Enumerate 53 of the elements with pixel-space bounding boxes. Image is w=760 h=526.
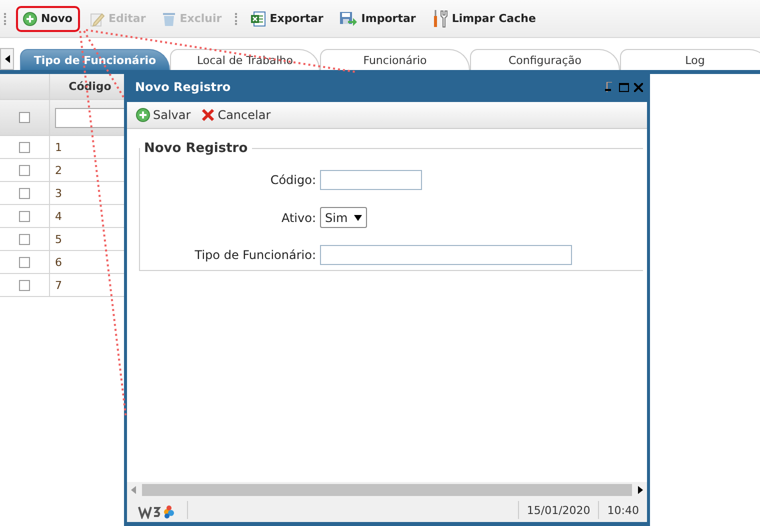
- row-checkbox[interactable]: [19, 234, 30, 244]
- floppy-arrow-icon: [339, 10, 358, 26]
- field-label: Tipo de Funcionário:: [194, 248, 316, 262]
- row-checkbox[interactable]: [19, 142, 30, 152]
- dialog-title: Novo Registro: [135, 80, 232, 94]
- group-title: Novo Registro: [143, 141, 249, 156]
- scroll-right-icon[interactable]: [638, 486, 643, 494]
- table-cell-text: 5: [54, 232, 63, 248]
- toolbar-button[interactable]: Exportar: [242, 4, 330, 32]
- row-checkbox[interactable]: [19, 188, 30, 198]
- close-icon[interactable]: [634, 82, 643, 92]
- maximize-icon[interactable]: [619, 82, 629, 92]
- scroll-left-icon[interactable]: [131, 486, 136, 494]
- dialog-button[interactable]: Cancelar: [198, 106, 274, 124]
- trash-icon: [162, 10, 176, 26]
- field-label: Código:: [269, 173, 316, 187]
- row-checkbox[interactable]: [19, 280, 30, 290]
- toolbar-button[interactable]: Novo: [16, 6, 80, 32]
- toolbar-button[interactable]: Limpar Cache: [424, 4, 543, 34]
- select-all-checkbox[interactable]: [19, 112, 30, 123]
- scroll-left-button[interactable]: [0, 48, 14, 70]
- table-cell-text: 6: [54, 254, 63, 270]
- field-label: Ativo:: [280, 210, 316, 224]
- tools-icon: [432, 10, 448, 28]
- input-field[interactable]: [320, 245, 572, 265]
- toolbar-button[interactable]: Importar: [332, 4, 423, 32]
- row-checkbox[interactable]: [19, 256, 30, 268]
- row-checkbox[interactable]: [19, 210, 30, 222]
- pencil-icon: [88, 10, 104, 26]
- tab[interactable]: Funcionário: [320, 49, 470, 70]
- table-cell-text: 1: [54, 140, 63, 156]
- left-arrow-icon: [4, 55, 10, 63]
- tab[interactable]: Tipo de Funcionário: [20, 49, 170, 70]
- table-cell-text: 4: [54, 208, 63, 224]
- filter-field[interactable]: [55, 108, 125, 128]
- table-cell-text: 2: [54, 162, 63, 178]
- scrollbar-thumb[interactable]: [142, 484, 632, 496]
- add-icon: [136, 108, 150, 122]
- table-cell-text: 7: [54, 278, 63, 294]
- dropdown-icon: [354, 214, 362, 220]
- cross-icon: [200, 108, 215, 122]
- input-field[interactable]: [320, 170, 422, 190]
- dialog-button[interactable]: Salvar: [133, 106, 194, 124]
- row-checkbox[interactable]: [19, 164, 30, 176]
- status-date: 15/01/2020: [518, 501, 598, 519]
- minimize-icon[interactable]: [604, 82, 614, 92]
- tab[interactable]: Log: [620, 49, 760, 70]
- table-cell-text: 3: [54, 186, 63, 202]
- select-field[interactable]: Sim: [320, 207, 367, 228]
- spreadsheet-icon: [250, 10, 266, 26]
- status-time: 10:40: [598, 501, 647, 519]
- tab[interactable]: Configuração: [470, 49, 620, 70]
- add-icon: [23, 12, 37, 26]
